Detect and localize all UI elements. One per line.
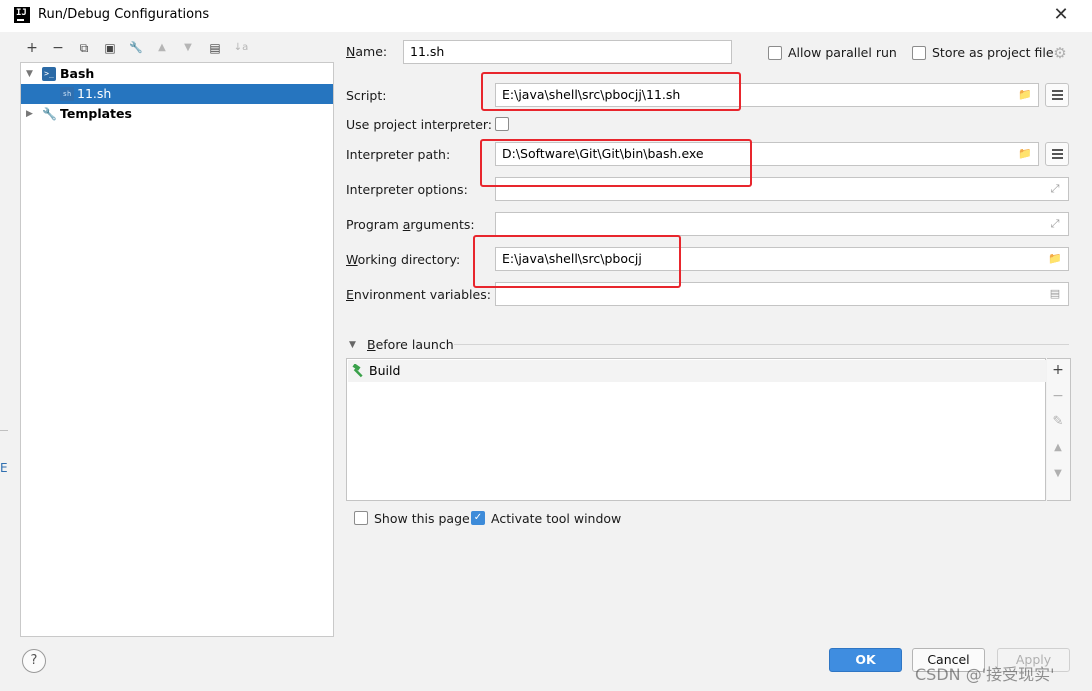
show-this-page-checkbox[interactable] [354, 511, 368, 525]
collapse-arrow-icon[interactable]: ▶ [26, 104, 36, 124]
browse-folder-icon[interactable]: 📁 [1017, 87, 1033, 103]
move-task-down-icon[interactable]: ▼ [1047, 468, 1069, 479]
program-arguments-label: Program arguments: [346, 217, 475, 232]
script-options-button[interactable] [1045, 83, 1069, 107]
run-debug-dialog: IJ Run/Debug Configurations ✕ + − ⧉ ▣ 🔧 … [0, 0, 1092, 691]
interpreter-options-button[interactable] [1045, 142, 1069, 166]
watermark: CSDN @'接受现实' [915, 665, 1055, 684]
tree-item-bash[interactable]: ▼ >_ Bash [21, 64, 333, 84]
sort-icon[interactable]: ↓a [231, 38, 251, 58]
name-label: Name: [346, 44, 388, 59]
gear-icon[interactable]: ⚙ [1052, 45, 1068, 61]
tree-item-label: Bash [60, 66, 95, 81]
edit-templates-icon[interactable]: 🔧 [126, 38, 146, 58]
remove-task-icon[interactable]: − [1047, 388, 1069, 404]
tree-item-11sh[interactable]: sh 11.sh [21, 84, 333, 104]
interpreter-options-label: Interpreter options: [346, 182, 468, 197]
highlight-box [473, 235, 681, 288]
tree-item-label: 11.sh [77, 86, 112, 101]
dialog-title: Run/Debug Configurations [38, 7, 210, 22]
env-vars-label: Environment variables: [346, 287, 491, 302]
store-as-project-checkbox[interactable] [912, 46, 926, 60]
script-file-icon: sh [60, 87, 74, 101]
add-task-icon[interactable]: + [1047, 362, 1069, 378]
program-arguments-input[interactable]: ⤢ [495, 212, 1069, 236]
save-configuration-button[interactable]: ▣ [100, 38, 120, 58]
before-launch-label: Before launch [367, 337, 454, 352]
section-divider [454, 344, 1069, 345]
remove-configuration-button[interactable]: − [48, 38, 68, 58]
before-launch-list: Build [346, 358, 1046, 501]
expand-arrow-icon[interactable]: ▼ [26, 64, 36, 84]
browse-folder-icon[interactable]: 📁 [1047, 251, 1063, 267]
add-configuration-button[interactable]: + [22, 38, 42, 58]
name-label-rest: ame: [355, 44, 388, 59]
configuration-tree: ▼ >_ Bash sh 11.sh ▶ 🔧 Templates [20, 62, 334, 637]
copy-configuration-button[interactable]: ⧉ [74, 38, 94, 58]
highlight-box [481, 72, 741, 111]
close-icon[interactable]: ✕ [1053, 5, 1069, 25]
store-as-project-label: Store as project file [932, 45, 1054, 60]
use-interpreter-checkbox[interactable] [495, 117, 509, 131]
script-label: Script: [346, 88, 387, 103]
edit-task-icon[interactable]: ✎ [1047, 414, 1069, 429]
tree-item-label: Templates [60, 106, 132, 121]
move-down-icon[interactable]: ▼ [178, 38, 198, 58]
move-up-icon[interactable]: ▲ [152, 38, 172, 58]
use-interpreter-label: Use project interpreter: [346, 117, 493, 132]
title-bar: IJ Run/Debug Configurations ✕ [0, 0, 1092, 32]
background-edge-text: E [0, 461, 8, 475]
background-edge [0, 430, 8, 431]
working-directory-label: Working directory: [346, 252, 461, 267]
move-task-up-icon[interactable]: ▲ [1047, 442, 1069, 453]
name-input[interactable]: 11.sh [403, 40, 732, 64]
expand-icon[interactable]: ⤢ [1047, 181, 1063, 197]
interpreter-path-label: Interpreter path: [346, 147, 451, 162]
wrench-icon: 🔧 [42, 107, 57, 121]
highlight-box [480, 139, 752, 187]
browse-folder-icon[interactable]: 📁 [1017, 146, 1033, 162]
hammer-icon [352, 364, 363, 378]
ok-button[interactable]: OK [829, 648, 902, 672]
help-button[interactable]: ? [22, 649, 46, 673]
list-item[interactable]: Build [348, 360, 1046, 382]
document-icon[interactable]: ▤ [1047, 286, 1063, 302]
intellij-app-icon: IJ [14, 7, 30, 23]
new-folder-icon[interactable]: ▤ [205, 38, 225, 58]
tree-item-templates[interactable]: ▶ 🔧 Templates [21, 104, 333, 124]
allow-parallel-checkbox[interactable] [768, 46, 782, 60]
expand-icon[interactable]: ⤢ [1047, 216, 1063, 232]
show-this-page-label: Show this page [374, 511, 470, 526]
list-item-label: Build [369, 363, 401, 378]
bash-icon: >_ [42, 67, 56, 81]
before-launch-tools: + − ✎ ▲ ▼ [1047, 358, 1071, 501]
activate-tool-window-checkbox[interactable]: ✓ [471, 511, 485, 525]
before-launch-arrow-icon[interactable]: ▼ [349, 340, 356, 350]
activate-tool-window-label: Activate tool window [491, 511, 622, 526]
allow-parallel-label: Allow parallel run [788, 45, 897, 60]
